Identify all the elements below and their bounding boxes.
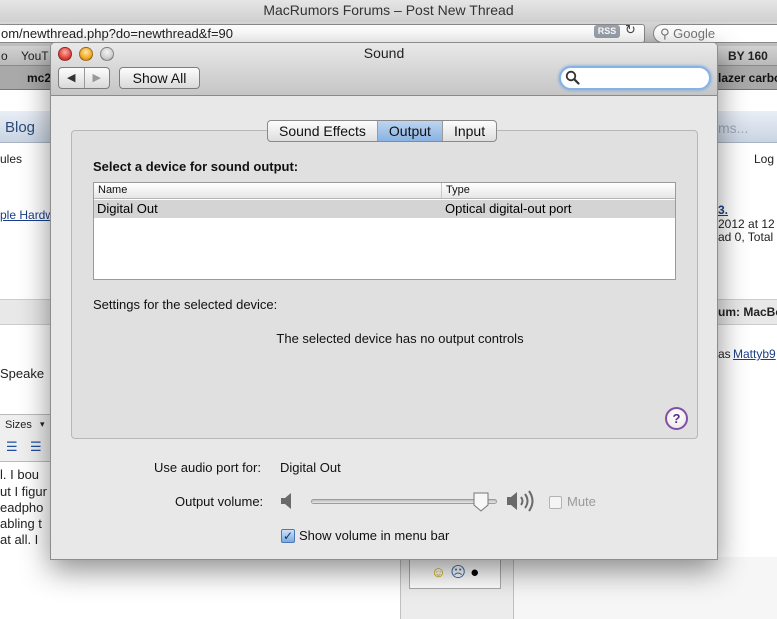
column-header-type[interactable]: Type	[441, 183, 470, 198]
show-all-button[interactable]: Show All	[119, 67, 200, 89]
slider-track	[311, 499, 497, 504]
browser-tab[interactable]: lazer carbo	[718, 66, 777, 90]
use-port-value: Digital Out	[280, 460, 341, 475]
tab-sound-effects[interactable]: Sound Effects	[268, 121, 378, 141]
numbered-list-icon[interactable]: ☰	[6, 439, 18, 455]
search-icon: ⚲	[660, 26, 670, 41]
post-body-line[interactable]: at all. I	[0, 532, 38, 547]
thread-title-field[interactable]: Speake	[0, 366, 44, 381]
rules-link[interactable]: ules	[0, 152, 22, 166]
thread-stats: ad 0, Total	[718, 230, 774, 244]
slider-thumb[interactable]	[473, 492, 489, 512]
post-body-line[interactable]: abling t	[0, 516, 42, 531]
apple-hardware-link[interactable]: ple Hardw	[0, 208, 54, 222]
apple-icon[interactable]: ●	[470, 564, 479, 581]
column-header-name[interactable]: Name	[98, 183, 127, 198]
google-placeholder: Google	[673, 26, 716, 41]
post-body-line[interactable]: ut I figur	[0, 484, 47, 499]
pane-tab-bar: Sound Effects Output Input	[267, 120, 498, 142]
thread-date: 2012 at 12	[718, 217, 775, 231]
sidebar-panel	[514, 557, 777, 619]
user-link[interactable]: Mattyb9	[733, 347, 776, 361]
table-header: Name Type	[94, 183, 675, 199]
chevron-down-icon[interactable]: ▾	[40, 419, 45, 430]
sizes-dropdown[interactable]: Sizes	[5, 419, 32, 431]
search-icon	[565, 70, 580, 85]
settings-label: Settings for the selected device:	[93, 297, 278, 312]
log-link[interactable]: Log	[754, 152, 774, 166]
bookmark-item[interactable]: YouT	[21, 46, 49, 66]
rss-badge[interactable]: RSS	[594, 25, 620, 38]
bullet-list-icon[interactable]: ☰	[30, 439, 42, 455]
forward-arrow-icon[interactable]: ▶	[85, 68, 110, 88]
post-body-line[interactable]: l. I bou	[0, 467, 39, 482]
tab-output[interactable]: Output	[377, 121, 443, 141]
posted-as-label: as	[718, 347, 731, 361]
show-in-menubar-label: Show volume in menu bar	[299, 528, 450, 543]
bookmark-item[interactable]: o	[1, 46, 8, 66]
smiley-icon[interactable]: ☺	[431, 564, 446, 581]
blog-link[interactable]: Blog	[5, 119, 35, 136]
search-forums-text: ms...	[718, 120, 749, 136]
device-table: Name Type Digital Out Optical digital-ou…	[93, 182, 676, 280]
browser-tab[interactable]: mc2	[27, 66, 51, 90]
output-panel	[71, 130, 698, 439]
url-field[interactable]: om/newthread.php?do=newthread&f=90	[0, 24, 645, 43]
reload-icon[interactable]: ↻	[625, 22, 636, 38]
checkmark-icon: ✓	[282, 529, 294, 543]
back-arrow-icon[interactable]: ◀	[59, 68, 85, 88]
smilies-box: ☺ ☹ ●	[409, 557, 501, 589]
device-type-cell: Optical digital-out port	[445, 201, 572, 216]
thread-link[interactable]: 3.	[718, 203, 728, 217]
use-port-label: Use audio port for:	[154, 460, 261, 475]
no-controls-message: The selected device has no output contro…	[276, 331, 524, 346]
post-body-line[interactable]: eadpho	[0, 500, 43, 515]
show-in-menubar-checkbox[interactable]: ✓	[281, 529, 295, 543]
browser-title: MacRumors Forums – Post New Thread	[0, 0, 777, 22]
forum-label: um: MacBo	[718, 305, 777, 319]
mute-checkbox[interactable]	[549, 496, 562, 509]
table-row[interactable]: Digital Out Optical digital-out port	[94, 200, 675, 218]
google-search-field[interactable]: ⚲ Google	[653, 24, 777, 43]
mute-label: Mute	[567, 494, 596, 509]
tab-input[interactable]: Input	[443, 121, 496, 141]
navigation-segment: ◀ ▶	[58, 67, 110, 89]
sound-preferences-window: Sound ◀ ▶ Show All Sound Effects Output …	[50, 42, 718, 560]
window-titlebar: Sound ◀ ▶ Show All	[51, 43, 717, 96]
device-name-cell: Digital Out	[97, 201, 158, 216]
bookmark-item[interactable]: BY 160	[728, 46, 768, 66]
smilies-panel: ☺ ☹ ●	[400, 557, 514, 619]
speaker-high-icon[interactable]	[506, 489, 538, 513]
editor-toolbar: Sizes ▾ ☰ ☰	[0, 414, 52, 462]
sad-icon[interactable]: ☹	[450, 564, 466, 581]
device-heading: Select a device for sound output:	[93, 159, 299, 174]
volume-label: Output volume:	[175, 494, 264, 509]
volume-slider[interactable]	[311, 492, 497, 512]
help-button[interactable]: ?	[665, 407, 688, 430]
window-title: Sound	[363, 45, 405, 61]
search-input[interactable]	[559, 66, 711, 90]
speaker-low-icon[interactable]	[280, 491, 296, 511]
